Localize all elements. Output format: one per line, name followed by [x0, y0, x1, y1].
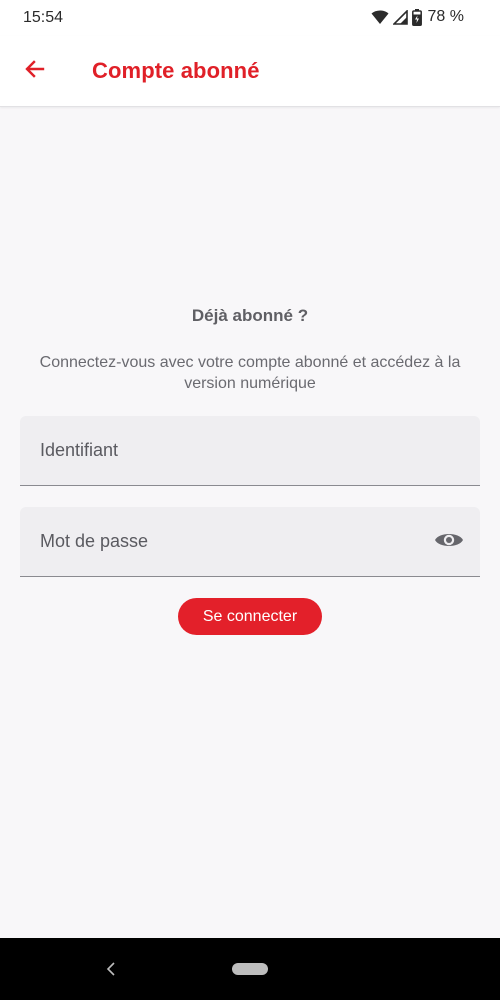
- eye-icon: [434, 529, 464, 556]
- login-screen: 15:54 78 % Compte abonné Déjà abonné ? C…: [0, 0, 500, 1000]
- arrow-left-icon: [23, 57, 47, 86]
- navigation-bar: [0, 938, 500, 1000]
- wifi-icon: [371, 9, 389, 25]
- status-icons: 78 %: [371, 8, 464, 26]
- password-field: [20, 507, 480, 577]
- app-bar: Compte abonné: [0, 36, 500, 107]
- username-input[interactable]: [20, 416, 480, 485]
- login-button[interactable]: Se connecter: [178, 598, 322, 635]
- page-title: Compte abonné: [92, 58, 260, 83]
- battery-percentage: 78 %: [427, 8, 464, 25]
- status-time: 15:54: [23, 9, 64, 26]
- battery-icon: [411, 8, 422, 26]
- password-input[interactable]: [20, 507, 480, 576]
- home-pill-icon[interactable]: [232, 963, 268, 975]
- cell-signal-icon: [392, 9, 408, 25]
- username-field: [20, 416, 480, 486]
- back-button[interactable]: [14, 50, 56, 92]
- password-visibility-toggle[interactable]: [434, 529, 464, 555]
- status-bar: 15:54 78 %: [0, 0, 500, 36]
- nav-back-icon[interactable]: [102, 960, 120, 978]
- login-heading: Déjà abonné ?: [191, 306, 309, 325]
- login-description: Connectez-vous avec votre compte abonné …: [39, 354, 461, 392]
